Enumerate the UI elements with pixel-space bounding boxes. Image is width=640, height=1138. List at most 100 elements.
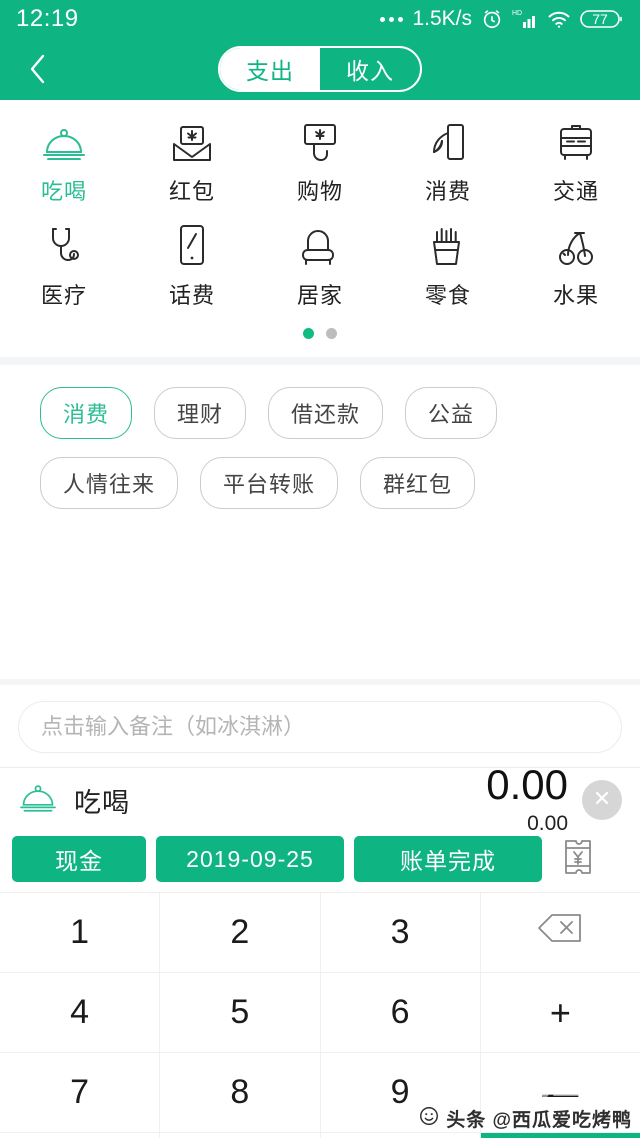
expense-income-toggle[interactable]: 支出 收入 (218, 46, 422, 92)
armchair-icon (296, 220, 344, 268)
card-swipe-icon (426, 116, 470, 164)
category-label: 话费 (168, 283, 215, 308)
status-time: 12:19 (16, 5, 79, 32)
cherries-icon (554, 220, 598, 268)
backspace-icon (536, 911, 584, 954)
category-grid: 吃喝 红包 购物 消费 交通 医疗 话费 居家 零食 水果 (0, 100, 640, 357)
empty-space (0, 527, 640, 679)
category-jiaotong[interactable]: 交通 (512, 108, 640, 212)
category-label: 交通 (552, 179, 599, 204)
clear-circle-icon (591, 787, 613, 814)
bus-icon (554, 116, 598, 164)
category-row-1: 吃喝 红包 购物 消费 交通 (0, 108, 640, 212)
status-bar: 12:19 1.5K/s HD 77 (0, 0, 640, 38)
category-pager[interactable] (0, 316, 640, 353)
tag-jiehuankuan[interactable]: 借还款 (268, 387, 384, 439)
key-hide-keyboard[interactable] (320, 1133, 481, 1138)
receipt-yen-icon (561, 837, 595, 882)
red-envelope-icon (170, 116, 214, 164)
tag-pingtaizhuanzhang[interactable]: 平台转账 (200, 457, 339, 509)
category-label: 医疗 (40, 283, 87, 308)
keypad-row-2: 4 5 6 + (0, 973, 640, 1053)
status-icons: 1.5K/s HD 77 (380, 7, 624, 31)
category-hongbao[interactable]: 红包 (128, 108, 256, 212)
app-screen: 12:19 1.5K/s HD 77 支出 收入 吃喝 红包 购物 消费 交通 … (0, 0, 640, 1138)
hd-signal-icon: HD (512, 8, 538, 30)
category-chihe[interactable]: 吃喝 (0, 108, 128, 212)
note-row (0, 685, 640, 767)
numeric-keypad: 1 2 3 4 5 6 + 7 8 9 — (0, 892, 640, 1138)
tag-xiaofei[interactable]: 消费 (40, 387, 133, 439)
bill-status-button[interactable]: 账单完成 (354, 836, 542, 882)
chevron-left-icon (25, 52, 51, 86)
mobile-phone-icon (172, 220, 212, 268)
pager-dot-1[interactable] (303, 328, 314, 339)
tag-licai[interactable]: 理财 (154, 387, 247, 439)
key-5[interactable]: 5 (160, 973, 321, 1053)
key-1[interactable]: 1 (0, 893, 161, 973)
key-3[interactable]: 3 (320, 893, 481, 973)
key-7[interactable]: 7 (0, 1053, 161, 1133)
food-dome-icon (18, 781, 58, 820)
category-huafei[interactable]: 话费 (128, 212, 256, 316)
back-button[interactable] (18, 49, 58, 89)
selected-category: 吃喝 (18, 781, 130, 820)
wifi-icon (547, 9, 571, 29)
tab-expense[interactable]: 支出 (220, 48, 320, 90)
amount-main: 0.00 (486, 761, 568, 808)
battery-icon: 77 (580, 8, 624, 30)
keypad-row-4: . 0 确定 (0, 1133, 640, 1138)
keypad-row-3: 7 8 9 — (0, 1053, 640, 1133)
amount-row: 吃喝 0.00 0.00 (0, 764, 640, 835)
category-label: 消费 (424, 179, 471, 204)
category-lingshi[interactable]: 零食 (384, 212, 512, 316)
section-divider-1 (0, 357, 640, 365)
stethoscope-icon (42, 220, 86, 268)
payment-method-button[interactable]: 现金 (12, 836, 146, 882)
fries-icon (427, 220, 469, 268)
category-label: 居家 (296, 283, 343, 308)
key-0[interactable]: 0 (160, 1133, 321, 1138)
category-shuiguo[interactable]: 水果 (512, 212, 640, 316)
key-plus[interactable]: + (480, 973, 640, 1053)
key-dot[interactable]: . (0, 1133, 161, 1138)
food-dome-icon (41, 116, 87, 164)
key-confirm[interactable]: 确定 (480, 1133, 640, 1138)
category-gouwu[interactable]: 购物 (256, 108, 384, 212)
note-input[interactable] (18, 701, 622, 753)
clear-amount-button[interactable] (582, 780, 622, 820)
tag-renqingwanglai[interactable]: 人情往来 (40, 457, 179, 509)
category-jujia[interactable]: 居家 (256, 212, 384, 316)
amount-sub: 0.00 (527, 812, 568, 835)
pager-dot-2[interactable] (326, 328, 337, 339)
key-8[interactable]: 8 (160, 1053, 321, 1133)
key-9[interactable]: 9 (320, 1053, 481, 1133)
tag-row-2: 人情往来 平台转账 群红包 (40, 457, 600, 509)
key-backspace[interactable] (480, 893, 640, 973)
amount-display: 0.00 0.00 (486, 764, 622, 836)
key-6[interactable]: 6 (320, 973, 481, 1053)
key-2[interactable]: 2 (160, 893, 321, 973)
receipt-button[interactable] (552, 837, 604, 882)
header: 12:19 1.5K/s HD 77 支出 收入 (0, 0, 640, 100)
more-dots-icon (380, 16, 404, 22)
key-minus[interactable]: — (480, 1053, 640, 1133)
alarm-icon (481, 8, 503, 30)
tag-list: 消费 理财 借还款 公益 人情往来 平台转账 群红包 (0, 365, 640, 509)
tag-qunhongbao[interactable]: 群红包 (360, 457, 476, 509)
date-button[interactable]: 2019-09-25 (156, 836, 344, 882)
shopping-icon (298, 116, 342, 164)
category-label: 红包 (168, 179, 215, 204)
amount-values: 0.00 0.00 (486, 764, 568, 836)
category-label: 吃喝 (40, 179, 87, 204)
category-yiliao[interactable]: 医疗 (0, 212, 128, 316)
key-4[interactable]: 4 (0, 973, 161, 1053)
keypad-row-1: 1 2 3 (0, 893, 640, 973)
category-label: 水果 (552, 283, 599, 308)
category-xiaofei[interactable]: 消费 (384, 108, 512, 212)
tab-income[interactable]: 收入 (320, 48, 420, 90)
category-row-2: 医疗 话费 居家 零食 水果 (0, 212, 640, 316)
network-speed-label: 1.5K/s (412, 7, 472, 30)
nav-bar: 支出 收入 (0, 38, 640, 100)
tag-gongyi[interactable]: 公益 (405, 387, 498, 439)
